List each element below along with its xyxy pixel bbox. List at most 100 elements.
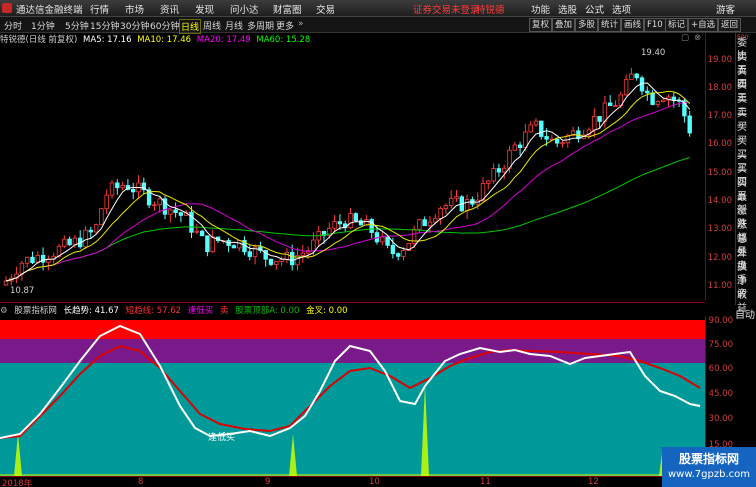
short-trend-value: 短趋线: 57.62 <box>125 306 182 316</box>
candle-body <box>284 251 290 261</box>
tab-multi-period[interactable]: 多周期 <box>247 19 274 32</box>
chart-settings-icon[interactable]: ▢ <box>681 33 689 43</box>
stock-link[interactable]: 特锐德 <box>476 2 505 16</box>
date-axis: 2018年 8 9 10 11 12 <box>0 476 705 487</box>
app-logo-icon <box>2 3 12 13</box>
candle-body <box>332 221 337 229</box>
candle-body <box>199 230 205 237</box>
price-tick: 16.00 <box>707 139 732 149</box>
chart-close-icon[interactable]: ⊗ <box>694 33 701 43</box>
candle-body <box>555 138 560 144</box>
tab-weekly[interactable]: 周线 <box>203 19 221 32</box>
tab-30min[interactable]: 30分钟 <box>120 19 149 32</box>
tab-fenshi[interactable]: 分时 <box>4 19 22 32</box>
draw-line-button[interactable]: 画线 <box>621 18 645 32</box>
date-tick: 9 <box>265 477 271 487</box>
tab-1min[interactable]: 1分钟 <box>31 19 55 32</box>
candle-body <box>645 90 650 94</box>
candle-body <box>629 73 634 80</box>
candle-body <box>178 212 184 216</box>
candle-body <box>592 116 597 131</box>
tab-more[interactable]: 更多 <box>276 19 294 32</box>
menu-caifuquan[interactable]: 财富圈 <box>273 2 302 16</box>
candle-body <box>67 238 72 246</box>
candle-body <box>157 198 162 206</box>
candle-body <box>661 99 666 103</box>
candle-body <box>93 224 99 233</box>
period-toolbar: 分时 1分钟 5分钟 15分钟 30分钟 60分钟 日线 周线 月线 多周期 更… <box>0 17 756 34</box>
menu-shichang[interactable]: 市场 <box>125 2 144 16</box>
tab-15min[interactable]: 15分钟 <box>90 19 119 32</box>
ma10-value: MA10: 17.46 <box>137 35 192 45</box>
candle-body <box>205 235 210 253</box>
menu-xuangu[interactable]: 选股 <box>558 2 577 16</box>
candle-body <box>353 213 358 222</box>
candle-body <box>236 240 242 249</box>
tab-daily[interactable]: 日线 <box>179 19 202 34</box>
menu-zixun[interactable]: 资讯 <box>160 2 179 16</box>
zone-purple <box>0 339 705 363</box>
menu-gongshi[interactable]: 公式 <box>585 2 604 16</box>
candle-body <box>650 92 655 105</box>
menu-gongneng[interactable]: 功能 <box>531 2 550 16</box>
candle-body <box>358 220 364 226</box>
candle-body <box>385 236 390 246</box>
more-chevron-icon[interactable]: » <box>298 19 304 29</box>
auto-scale-button[interactable]: 自动 <box>735 306 756 321</box>
tab-5min[interactable]: 5分钟 <box>65 19 89 32</box>
buy-low-label: 逢低买 <box>187 306 214 316</box>
menu-faxian[interactable]: 发现 <box>195 2 214 16</box>
indicator-settings-icon[interactable]: ⚙ <box>0 306 8 316</box>
candle-body <box>634 73 639 79</box>
overlay-button[interactable]: 叠加 <box>552 18 576 32</box>
candle-body <box>523 131 528 149</box>
candle-body <box>454 196 459 199</box>
add-watchlist-button[interactable]: +自选 <box>688 18 719 32</box>
candle-body <box>24 256 30 264</box>
candle-body <box>671 96 676 101</box>
back-button[interactable]: 返回 <box>718 18 742 32</box>
tab-monthly[interactable]: 月线 <box>225 19 243 32</box>
candle-body <box>533 120 539 126</box>
candle-body <box>464 199 470 212</box>
candle-body <box>231 245 237 249</box>
stats-button[interactable]: 统计 <box>598 18 622 32</box>
candle-body <box>268 258 274 265</box>
mark-button[interactable]: 标记 <box>665 18 689 32</box>
menu-xuanxiang[interactable]: 选项 <box>612 2 631 16</box>
menu-wenxiaoda[interactable]: 问小达 <box>230 2 259 16</box>
buy-low-chart-label: 逢低买 <box>208 431 235 443</box>
candle-body <box>364 219 369 226</box>
quote-side-panel: 500 委比 卖五 卖四 卖三 卖二 卖一 买一 买二 买三 买四 买五 最新 … <box>735 33 756 314</box>
kline-chart[interactable]: 19.40 10.87 <box>0 46 705 300</box>
f10-button[interactable]: F10 <box>644 18 666 32</box>
fuquan-button[interactable]: 复权 <box>529 18 553 32</box>
candle-body <box>395 253 401 257</box>
menu-jiaoyi[interactable]: 交易 <box>316 2 335 16</box>
candle-body <box>173 209 178 214</box>
ma5-value: MA5: 17.16 <box>83 35 132 45</box>
app-title: 通达信金融终端 <box>16 5 83 16</box>
candle-body <box>104 194 109 210</box>
menu-hangqing[interactable]: 行情 <box>90 2 109 16</box>
candle-body <box>247 251 252 257</box>
candle-body <box>512 144 517 151</box>
price-tick: 12.00 <box>707 253 732 263</box>
candle-body <box>99 208 104 226</box>
login-alert[interactable]: 证券交易未登录 <box>413 2 480 16</box>
price-axis: 19.00 18.00 17.00 16.00 15.00 14.00 13.0… <box>705 33 735 300</box>
candle-body <box>597 116 602 122</box>
watermark-url: www.7gpzb.com <box>668 469 750 480</box>
ind-tick: 90.00 <box>708 316 733 326</box>
multi-stock-button[interactable]: 多股 <box>575 18 599 32</box>
tab-60min[interactable]: 60分钟 <box>150 19 179 32</box>
candle-body <box>274 260 279 265</box>
candle-body <box>438 208 443 219</box>
menu-youke[interactable]: 游客 <box>716 2 735 16</box>
candle-body <box>194 230 199 233</box>
indicator-name[interactable]: 股票指标网 <box>14 306 57 316</box>
candle-body <box>496 168 502 173</box>
indicator-chart[interactable]: 逢低买 <box>0 316 705 476</box>
candle-body <box>390 244 396 255</box>
candle-body <box>348 213 353 229</box>
